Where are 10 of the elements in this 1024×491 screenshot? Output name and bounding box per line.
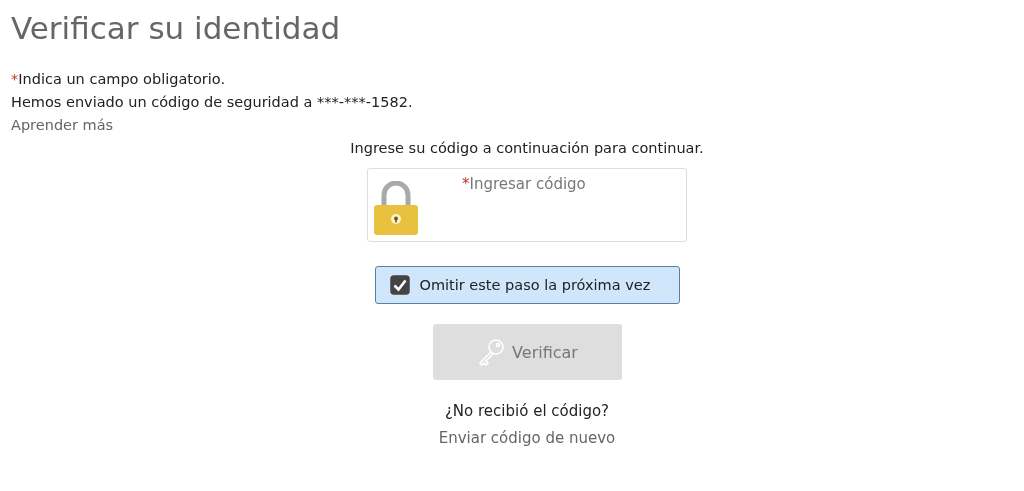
instruction-text: Ingrese su código a continuación para continuar. xyxy=(350,139,704,158)
not-received-text: ¿No recibió el código? xyxy=(444,402,610,420)
skip-checkbox[interactable]: Omitir este paso la próxima vez xyxy=(374,266,680,304)
code-field[interactable]: *Ingresar código xyxy=(367,168,687,242)
learn-more-link[interactable]: Aprender más xyxy=(11,114,114,137)
resend-link[interactable]: Enviar código de nuevo xyxy=(438,429,616,447)
page-title: Verificar su identidad xyxy=(11,9,342,48)
field-label: *Ingresar código xyxy=(462,175,586,193)
required-note: *Indica un campo obligatorio. xyxy=(11,70,227,89)
sent-message: Hemos enviado un código de seguridad a ***-***-1582. xyxy=(11,93,414,112)
